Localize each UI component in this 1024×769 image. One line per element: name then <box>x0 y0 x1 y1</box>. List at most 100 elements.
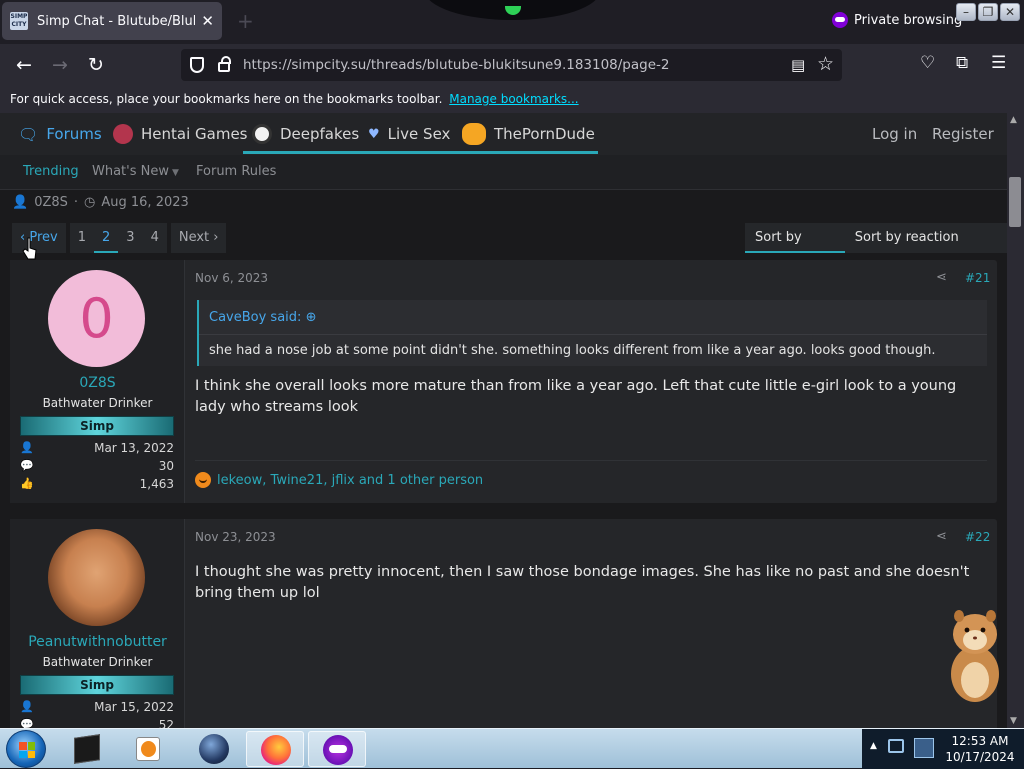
nav-theporndude-label: ThePornDude <box>494 125 595 143</box>
nav-live-sex-label: Live Sex <box>387 125 451 143</box>
bookmark-star-icon[interactable]: ☆ <box>817 53 834 75</box>
reactions-bar[interactable]: lekeow, Twine21, jflix and 1 other perso… <box>195 460 987 488</box>
nav-deepfakes[interactable]: Deepfakes <box>252 113 359 155</box>
tray-app-icon[interactable] <box>914 738 934 758</box>
sort-controls: Sort by date Sort by reaction score <box>745 223 1007 275</box>
nav-forums-label: Forums <box>46 125 102 143</box>
subnav-trending[interactable]: Trending <box>23 164 79 179</box>
post-number[interactable]: #22 <box>965 530 990 544</box>
bookmarks-hint: For quick access, place your bookmarks h… <box>10 92 443 106</box>
messages-icon: 💬 <box>20 718 34 728</box>
scroll-up-icon[interactable]: ▲ <box>1010 115 1017 125</box>
site-navigation: 🗨 Forums Hentai Games Deepfakes ♥ Live S… <box>0 113 1007 155</box>
share-icon[interactable]: ⋖ <box>936 529 947 544</box>
joined-icon: 👤 <box>20 441 34 454</box>
post-username[interactable]: Peanutwithnobutter <box>10 634 185 650</box>
page-link-1[interactable]: 1 <box>69 223 94 253</box>
avatar[interactable] <box>48 529 145 626</box>
scroll-thumb[interactable] <box>1009 177 1021 227</box>
scroll-down-icon[interactable]: ▼ <box>1010 716 1017 726</box>
user-icon: 👤 <box>12 195 29 210</box>
login-link[interactable]: Log in <box>872 113 917 155</box>
share-icon[interactable]: ⋖ <box>936 270 947 285</box>
register-link[interactable]: Register <box>932 113 994 155</box>
taskbar-globe-app[interactable] <box>184 731 242 767</box>
clock-time: 12:53 AM <box>951 734 1009 748</box>
back-icon[interactable]: ← <box>12 53 36 77</box>
deepfakes-icon <box>252 124 272 144</box>
maximize-button[interactable]: ❐ <box>978 3 998 21</box>
tray-network-icon[interactable] <box>888 739 904 753</box>
windows-taskbar: ▲ 12:53 AM 10/17/2024 <box>0 728 1024 769</box>
sort-by-date-tab[interactable]: Sort by date <box>745 223 845 275</box>
private-browsing-label: Private browsing <box>854 12 963 28</box>
page-link-3[interactable]: 3 <box>118 223 143 253</box>
thread-date[interactable]: Aug 16, 2023 <box>101 195 188 210</box>
private-browsing-indicator: Private browsing <box>832 12 962 28</box>
reacted-by[interactable]: lekeow, Twine21, jflix and 1 other perso… <box>217 473 483 488</box>
new-tab-icon[interactable]: + <box>237 9 254 33</box>
post-date[interactable]: Nov 23, 2023 <box>195 530 276 544</box>
browser-tabbar: SIMP CITY Simp Chat - Blutube/Blukitsune… <box>0 0 1024 44</box>
nav-hentai-games[interactable]: Hentai Games <box>113 113 248 155</box>
minimize-button[interactable]: – <box>956 3 976 21</box>
tab-close-icon[interactable]: ✕ <box>201 12 214 30</box>
reactions-value: 1,463 <box>139 477 174 491</box>
nav-deepfakes-label: Deepfakes <box>280 125 360 143</box>
taskbar-clock[interactable]: 12:53 AM 10/17/2024 <box>940 733 1020 765</box>
menu-icon[interactable]: ☰ <box>991 53 1006 73</box>
live-sex-icon: ♥ <box>368 126 380 142</box>
quote-author[interactable]: CaveBoy said: ⊕ <box>209 310 316 325</box>
pocket-icon[interactable]: ♡ <box>920 53 935 73</box>
post-username[interactable]: 0Z8S <box>10 375 185 391</box>
page-scrollbar[interactable]: ▲ ▼ <box>1007 113 1024 728</box>
subnav-forum-rules[interactable]: Forum Rules <box>196 164 276 179</box>
reload-icon[interactable]: ↻ <box>84 53 108 77</box>
taskbar-firefox[interactable] <box>246 731 304 767</box>
joined-icon: 👤 <box>20 700 34 713</box>
thread-author[interactable]: 0Z8S <box>34 195 68 210</box>
reader-view-icon[interactable]: ▤ <box>791 56 805 74</box>
reaction-emoji-icon <box>195 472 211 488</box>
whats-new-dropdown-icon[interactable]: ▼ <box>172 168 179 178</box>
taskbar-firefox-private[interactable] <box>308 731 366 767</box>
quote-block: CaveBoy said: ⊕ she had a nose job at so… <box>197 300 987 366</box>
lock-icon[interactable] <box>218 56 231 72</box>
hamster-sticker-image <box>951 610 999 702</box>
post-date[interactable]: Nov 6, 2023 <box>195 271 268 285</box>
nav-theporndude[interactable]: ThePornDude <box>462 113 595 155</box>
prev-page-button[interactable]: ‹ Prev <box>12 223 66 253</box>
page-link-2[interactable]: 2 <box>94 223 119 253</box>
clock-date: 10/17/2024 <box>945 750 1015 764</box>
nav-live-sex[interactable]: ♥ Live Sex <box>368 113 450 155</box>
post-number[interactable]: #21 <box>965 271 990 285</box>
extensions-icon[interactable]: ⧉ <box>956 53 968 73</box>
tracking-shield-icon[interactable] <box>190 57 204 73</box>
avatar[interactable]: 0 <box>48 270 145 367</box>
hentai-games-icon <box>113 124 133 144</box>
theporndude-icon <box>462 123 486 145</box>
forward-icon[interactable]: → <box>48 53 72 77</box>
url-text[interactable]: https://simpcity.su/threads/blutube-bluk… <box>243 57 670 73</box>
site-favicon-icon: SIMP CITY <box>10 12 28 30</box>
address-bar[interactable]: https://simpcity.su/threads/blutube-bluk… <box>181 49 842 81</box>
private-mask-icon <box>832 12 848 28</box>
window-close-button[interactable]: ✕ <box>1000 3 1020 21</box>
jump-to-quote-icon[interactable]: ⊕ <box>306 310 317 325</box>
page-link-4[interactable]: 4 <box>142 223 167 253</box>
next-page-button[interactable]: Next › <box>170 223 227 253</box>
sort-by-reaction-tab[interactable]: Sort by reaction score <box>845 223 1007 275</box>
user-messages: 💬 52 <box>20 718 174 728</box>
taskbar-media-player[interactable] <box>120 731 178 767</box>
start-button[interactable] <box>6 730 46 768</box>
taskbar-app-box[interactable] <box>58 731 116 767</box>
tray-expand-icon[interactable]: ▲ <box>870 741 877 751</box>
manage-bookmarks-link[interactable]: Manage bookmarks... <box>449 92 578 106</box>
browser-tab[interactable]: SIMP CITY Simp Chat - Blutube/Blukitsune… <box>2 2 222 40</box>
windows-logo-icon <box>19 742 35 758</box>
post-22: Peanutwithnobutter Bathwater Drinker Sim… <box>10 519 997 728</box>
sub-navigation: Trending What's New ▼ Forum Rules <box>0 155 1007 190</box>
subnav-whats-new[interactable]: What's New <box>92 164 169 179</box>
nav-forums[interactable]: 🗨 Forums <box>18 113 102 155</box>
post-21: 0 0Z8S Bathwater Drinker Simp 👤 Mar 13, … <box>10 260 997 503</box>
